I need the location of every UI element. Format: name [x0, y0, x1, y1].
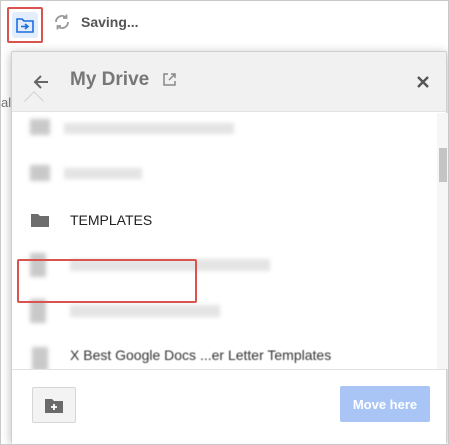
move-to-folder-button[interactable]	[7, 7, 43, 43]
dialog-title: My Drive	[70, 69, 150, 90]
new-folder-button[interactable]	[32, 387, 76, 423]
background-text: al	[1, 95, 12, 110]
doc-item-label: X Best Google Docs ...er Letter Template…	[70, 347, 332, 363]
folder-item-templates[interactable]: TEMPLATES	[12, 197, 437, 243]
close-icon[interactable]	[415, 74, 431, 90]
folder-list: TEMPLATES X Best Google Docs ...er Lette…	[12, 113, 437, 369]
scrollbar-thumb[interactable]	[439, 148, 447, 182]
sync-icon	[55, 14, 69, 30]
new-folder-icon	[45, 398, 63, 413]
doc-icon	[32, 347, 48, 369]
move-dialog: My Drive TEMPLATES X Best Google Docs ..…	[11, 51, 448, 444]
folder-move-icon	[16, 18, 34, 33]
back-arrow-icon[interactable]	[32, 72, 52, 92]
open-in-new-icon[interactable]	[162, 72, 177, 87]
move-to-folder-highlight	[12, 12, 38, 38]
folder-icon	[31, 214, 49, 227]
blurred-label	[64, 168, 142, 179]
list-item[interactable]	[12, 113, 437, 151]
templates-highlight	[17, 259, 197, 303]
blurred-label	[64, 123, 234, 134]
list-item[interactable]	[12, 151, 437, 197]
saving-status: Saving...	[81, 14, 139, 30]
folder-item-label: TEMPLATES	[70, 212, 153, 228]
dialog-header: My Drive	[12, 52, 446, 112]
dialog-footer: Move here	[12, 369, 446, 444]
blurred-icon	[30, 165, 50, 181]
screenshot-frame: Saving... al My Drive TEMPLATES X Best G…	[0, 0, 449, 445]
move-here-button[interactable]: Move here	[340, 386, 430, 422]
doc-item-letter-templates[interactable]: X Best Google Docs ...er Letter Template…	[12, 335, 437, 369]
blurred-label	[70, 305, 220, 317]
blurred-icon	[30, 119, 50, 135]
